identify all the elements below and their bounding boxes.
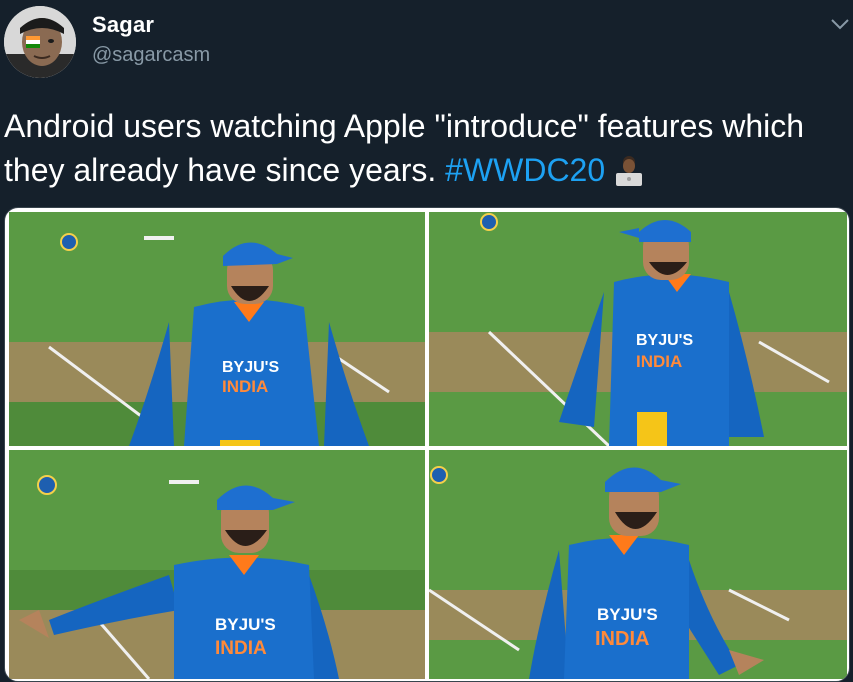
avatar[interactable] bbox=[4, 6, 76, 78]
tweet-body: Android users watching Apple "introduce"… bbox=[4, 108, 805, 188]
photo-3[interactable]: BYJU'S INDIA bbox=[9, 450, 425, 679]
shirt-text: INDIA bbox=[222, 377, 268, 396]
tweet-header: Sagar @sagarcasm bbox=[0, 0, 853, 90]
media-grid[interactable]: BYJU'S INDIA BYJU'S INDIA BYJU'S INDIA B… bbox=[4, 207, 850, 682]
display-name[interactable]: Sagar bbox=[92, 12, 154, 38]
hashtag-link[interactable]: #WWDC20 bbox=[445, 152, 605, 188]
shirt-text: BYJU'S bbox=[215, 615, 276, 634]
shirt-text: INDIA bbox=[595, 628, 649, 650]
photo-1[interactable]: BYJU'S INDIA bbox=[9, 212, 425, 446]
photo-4[interactable]: BYJU'S INDIA bbox=[429, 450, 847, 679]
photo-2[interactable]: BYJU'S INDIA bbox=[429, 212, 847, 446]
shirt-text: BYJU'S bbox=[597, 605, 658, 624]
chevron-down-icon[interactable] bbox=[828, 12, 852, 36]
shirt-text: BYJU'S bbox=[222, 359, 279, 376]
user-handle[interactable]: @sagarcasm bbox=[92, 44, 210, 67]
shirt-text: INDIA bbox=[636, 352, 682, 371]
man-technologist-emoji-icon bbox=[614, 154, 644, 186]
tweet-text: Android users watching Apple "introduce"… bbox=[4, 104, 844, 192]
shirt-text: INDIA bbox=[215, 638, 267, 659]
shirt-text: BYJU'S bbox=[636, 332, 693, 349]
